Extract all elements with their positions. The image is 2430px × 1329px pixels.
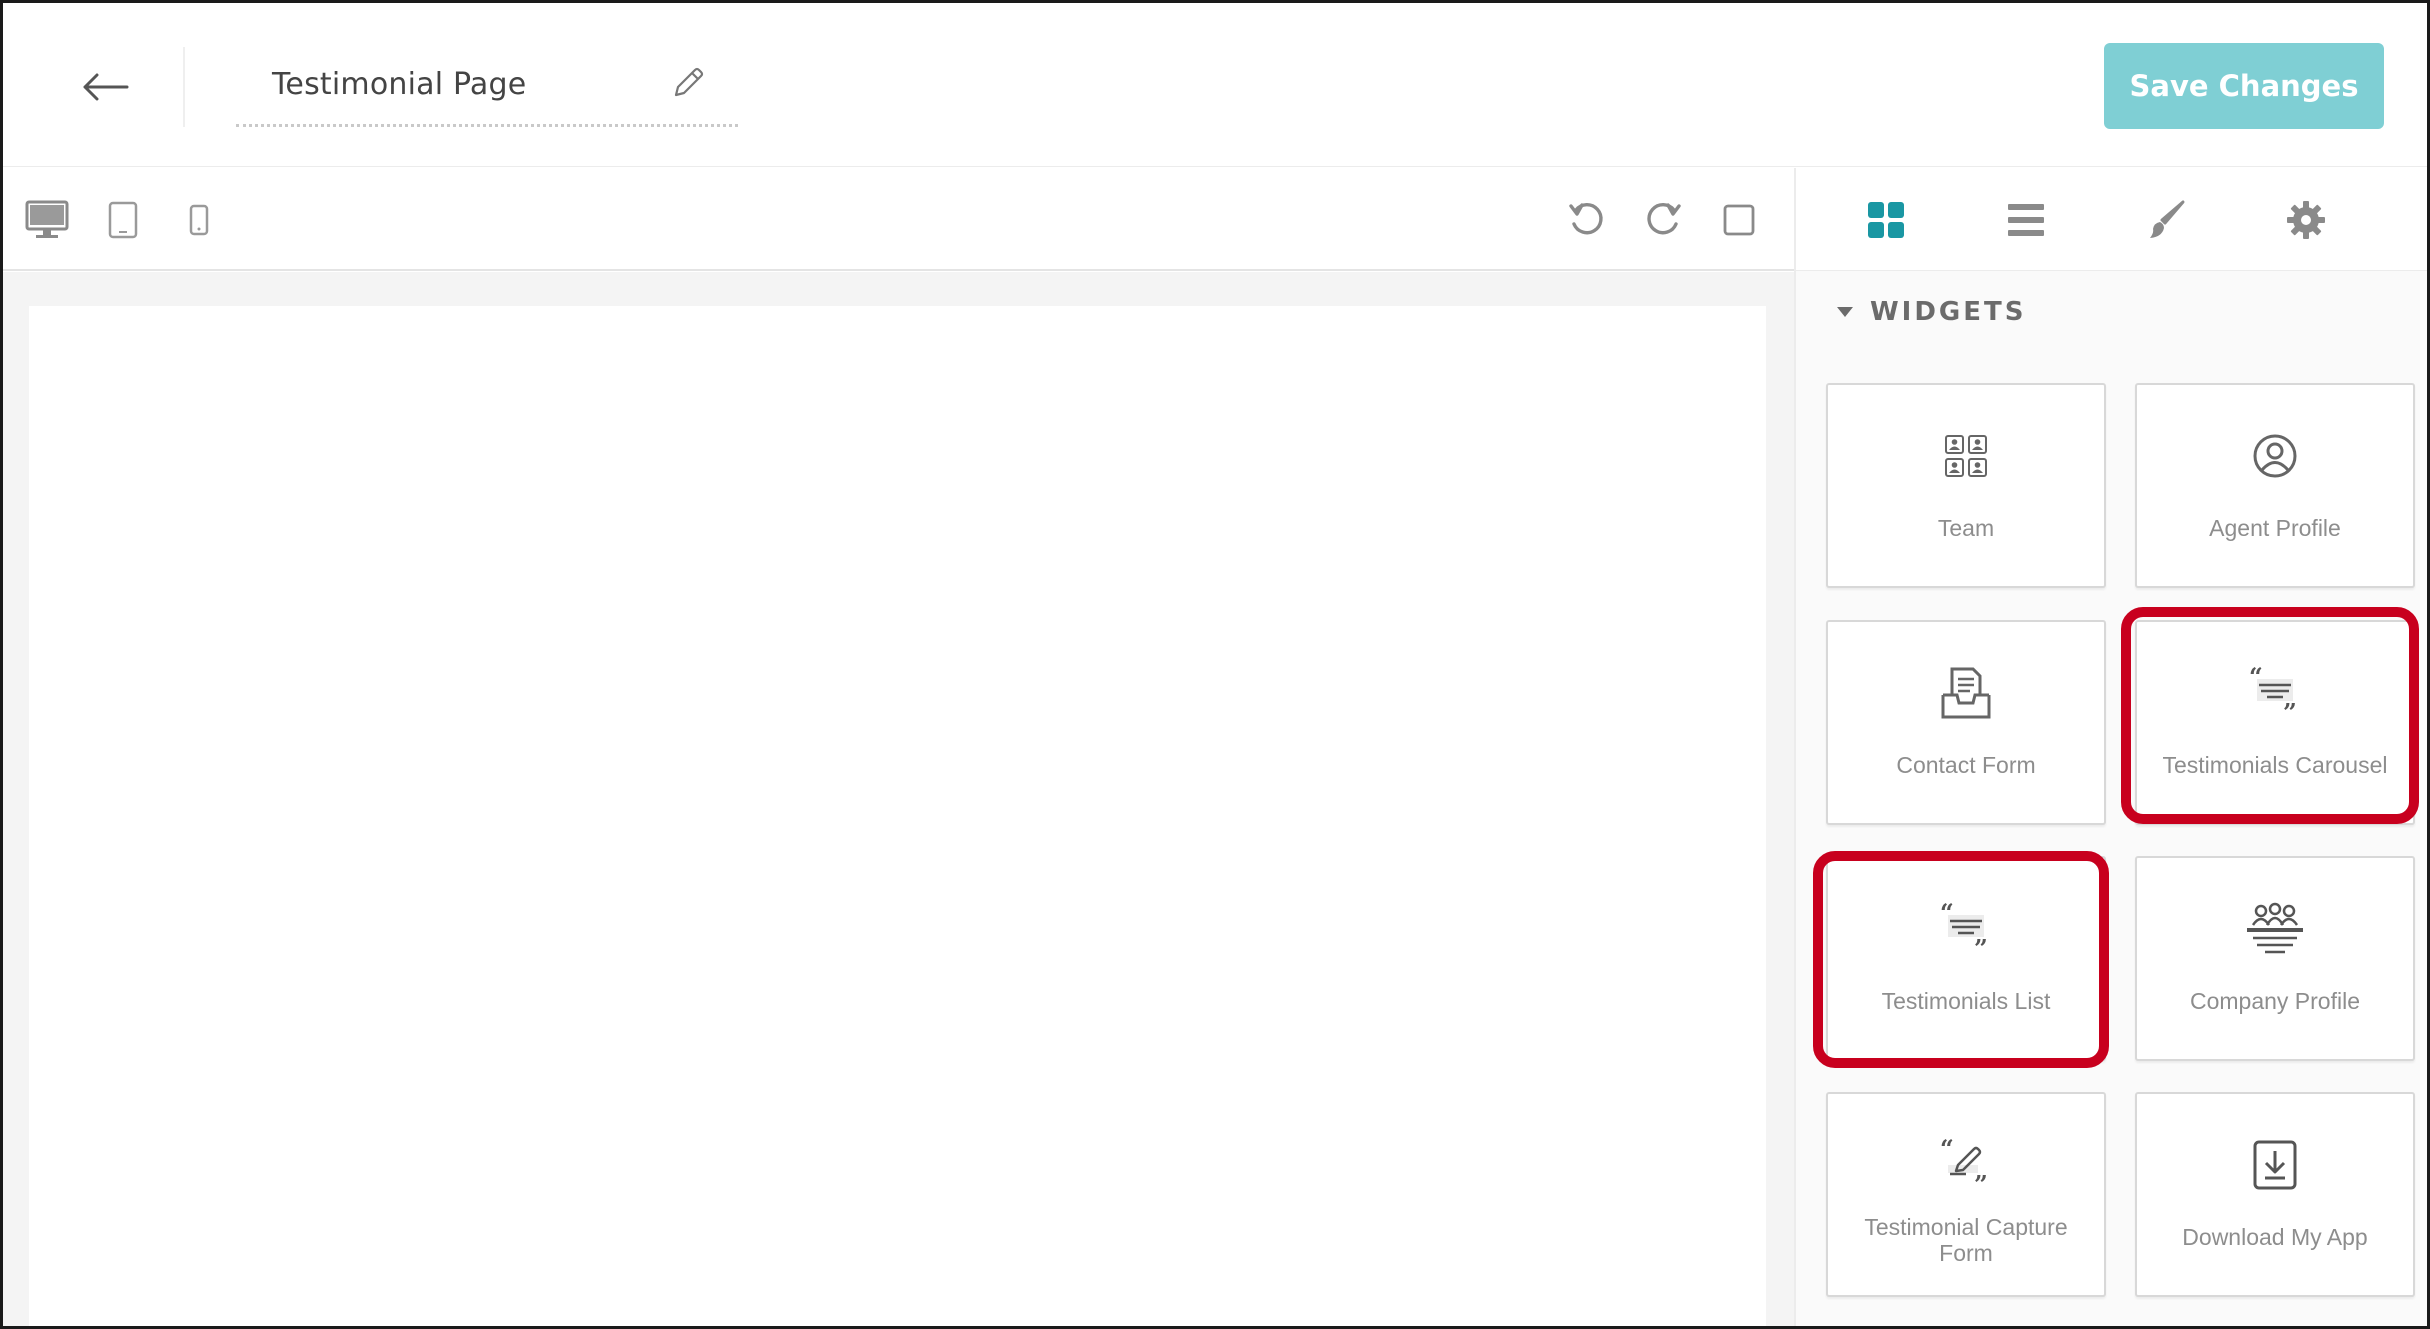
desktop-icon xyxy=(25,200,69,238)
svg-text:”: ” xyxy=(2283,698,2297,723)
save-changes-button[interactable]: Save Changes xyxy=(2104,43,2384,129)
back-button[interactable] xyxy=(73,55,137,119)
widget-testimonial-capture-form[interactable]: “ ” Testimonial Capture Form xyxy=(1826,1092,2106,1297)
page-title-field[interactable]: Testimonial Page xyxy=(236,51,738,127)
widget-label: Team xyxy=(1937,515,1995,541)
inbox-tray-icon xyxy=(1941,667,1991,719)
tab-widgets[interactable] xyxy=(1856,190,1916,250)
widget-label: Testimonials List xyxy=(1881,988,2051,1014)
pencil-icon xyxy=(674,67,704,97)
canvas-area xyxy=(3,272,1794,1326)
widget-testimonials-list[interactable]: “ ” Testimonials List xyxy=(1826,856,2106,1061)
desktop-view-button[interactable] xyxy=(23,196,71,244)
square-icon xyxy=(1723,204,1755,236)
edit-title-button[interactable] xyxy=(668,63,712,107)
widget-download-my-app[interactable]: Download My App xyxy=(2135,1092,2415,1297)
app-window: Testimonial Page Save Changes WIDGETS Te… xyxy=(0,0,2430,1329)
undo-button[interactable] xyxy=(1563,196,1611,244)
top-header: Testimonial Page Save Changes xyxy=(3,3,2427,167)
tab-layers[interactable] xyxy=(1996,190,2056,250)
quote-lines-icon: “ ” xyxy=(2249,663,2297,723)
widgets-panel: WIDGETS Team Agent Profile Contact Form … xyxy=(1794,168,2427,1326)
arrow-left-icon xyxy=(83,73,129,101)
quote-lines-icon: “ ” xyxy=(1940,899,1988,959)
widget-label: Testimonial Capture Form xyxy=(1864,1214,2068,1266)
header-divider xyxy=(183,47,185,127)
brush-icon xyxy=(2150,200,2185,238)
gear-icon xyxy=(2287,201,2325,239)
tablet-icon xyxy=(108,201,138,239)
page-canvas[interactable] xyxy=(29,306,1766,1326)
tablet-view-button[interactable] xyxy=(99,196,147,244)
tab-settings[interactable] xyxy=(2276,190,2336,250)
download-box-icon xyxy=(2253,1140,2297,1190)
svg-text:“: “ xyxy=(1940,1135,1954,1163)
user-circle-icon xyxy=(2253,434,2297,478)
widgets-title: WIDGETS xyxy=(1870,297,2027,327)
widgets-section-toggle[interactable]: WIDGETS xyxy=(1836,292,2027,332)
widget-label: Download My App xyxy=(2182,1224,2368,1250)
widget-team[interactable]: Team xyxy=(1826,383,2106,588)
editor-toolbar xyxy=(3,168,1794,271)
widget-agent-profile[interactable]: Agent Profile xyxy=(2135,383,2415,588)
panel-tabs xyxy=(1796,168,2427,271)
tab-style[interactable] xyxy=(2136,190,2196,250)
widget-label: Contact Form xyxy=(1896,752,2036,778)
grid-icon xyxy=(1868,202,1904,238)
widget-label: Agent Profile xyxy=(2209,515,2341,541)
undo-icon xyxy=(1569,203,1603,235)
widget-label: Testimonials Carousel xyxy=(2162,752,2388,778)
mobile-view-button[interactable] xyxy=(175,196,223,244)
team-grid-icon xyxy=(1945,435,1987,477)
group-podium-icon xyxy=(2247,902,2303,954)
widget-contact-form[interactable]: Contact Form xyxy=(1826,620,2106,825)
list-icon xyxy=(2008,204,2044,236)
redo-icon xyxy=(1647,203,1681,235)
svg-text:”: ” xyxy=(1974,1170,1988,1195)
svg-text:”: ” xyxy=(1974,934,1988,959)
widget-label: Company Profile xyxy=(2189,988,2361,1014)
quote-pen-icon: “ ” xyxy=(1940,1135,1988,1195)
fullscreen-button[interactable] xyxy=(1715,196,1763,244)
page-title: Testimonial Page xyxy=(272,67,527,102)
caret-down-icon xyxy=(1837,307,1853,317)
widget-testimonials-carousel[interactable]: “ ” Testimonials Carousel xyxy=(2135,620,2415,825)
widget-company-profile[interactable]: Company Profile xyxy=(2135,856,2415,1061)
redo-button[interactable] xyxy=(1639,196,1687,244)
mobile-icon xyxy=(189,204,209,236)
